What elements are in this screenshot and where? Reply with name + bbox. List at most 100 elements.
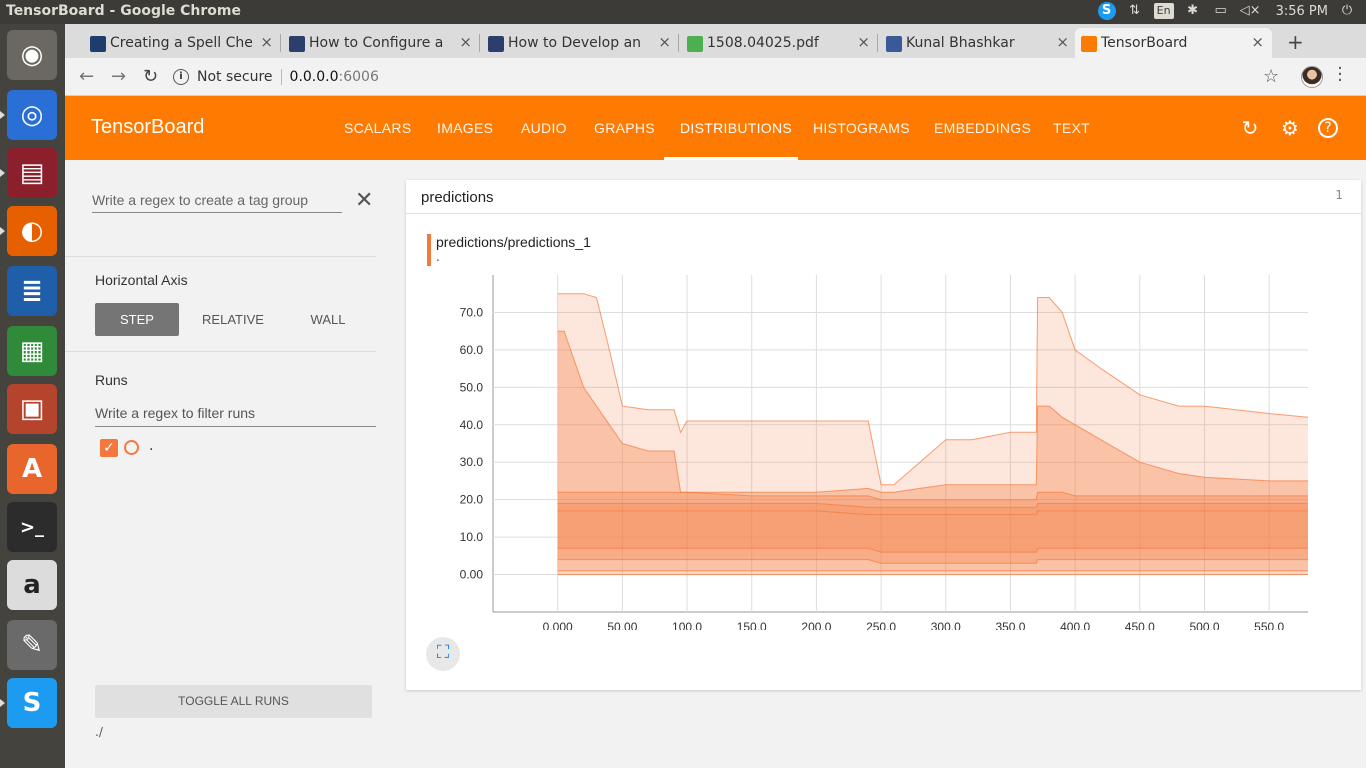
impress-icon-glyph: ▣ <box>19 394 45 424</box>
launcher-bar: ◉ ◎ ▤ ◐ ≣ ▦ ▣ A >_a ✎ S <box>0 24 65 768</box>
log-directory: ./ <box>95 725 103 739</box>
tab-separator <box>479 34 480 52</box>
tab-favicon-icon <box>488 36 504 52</box>
forward-arrow-icon[interactable]: → <box>111 66 126 87</box>
axis-wall-button[interactable]: WALL <box>286 303 370 336</box>
back-arrow-icon[interactable]: ← <box>79 66 94 87</box>
tab-favicon-icon <box>886 36 902 52</box>
tab-favicon-icon <box>289 36 305 52</box>
keyboard-layout-indicator[interactable]: En <box>1153 3 1174 19</box>
reload-icon[interactable]: ↻ <box>143 66 158 87</box>
calc-icon-glyph: ▦ <box>19 336 45 366</box>
settings-icon-glyph: ✎ <box>21 630 43 660</box>
tab-label: 1508.04025.pdf <box>707 35 819 51</box>
tab-label: How to Configure a <box>309 35 444 51</box>
sidebar-divider <box>65 256 376 257</box>
distribution-chart[interactable]: 0.00 10.0 20.0 30.0 40.0 50.0 60.0 70.0 0.000 50.… <box>406 180 1361 630</box>
writer-icon-glyph: ≣ <box>21 276 43 306</box>
window-title: TensorBoard - Google Chrome <box>6 3 241 19</box>
address-bar[interactable]: i Not secure 0.0.0.0:6006 <box>173 63 1253 91</box>
settings-icon[interactable]: ✎ <box>7 620 57 670</box>
axis-relative-button[interactable]: RELATIVE <box>191 303 275 336</box>
amazon-icon-glyph: a <box>23 570 41 600</box>
bookmark-star-icon[interactable]: ☆ <box>1263 66 1279 87</box>
tab-close-icon[interactable]: × <box>1056 33 1069 51</box>
browser-tab[interactable]: How to Develop an × <box>482 28 679 58</box>
distribution-band-p50 <box>557 510 1308 553</box>
skype-icon[interactable]: S <box>7 678 57 728</box>
running-indicator <box>0 111 5 119</box>
tab-close-icon[interactable]: × <box>857 33 870 51</box>
firefox-icon[interactable]: ◐ <box>7 206 57 256</box>
ubuntu-dash-icon[interactable]: ◉ <box>7 30 57 80</box>
y-tick-label: 30.0 <box>460 455 484 469</box>
tab-audio[interactable]: AUDIO <box>521 120 567 136</box>
axis-step-button[interactable]: STEP <box>95 303 179 336</box>
tab-histograms[interactable]: HISTOGRAMS <box>813 120 910 136</box>
software-center-icon[interactable]: A <box>7 444 57 494</box>
help-icon[interactable]: ? <box>1318 118 1338 138</box>
calc-icon[interactable]: ▦ <box>7 326 57 376</box>
tab-text[interactable]: TEXT <box>1053 120 1090 136</box>
y-tick-label: 50.0 <box>460 380 484 394</box>
browser-tab[interactable]: Creating a Spell Che × <box>84 28 281 58</box>
tab-images[interactable]: IMAGES <box>437 120 493 136</box>
x-tick-label: 400.0 <box>1060 620 1090 630</box>
running-indicator <box>0 169 5 177</box>
bluetooth-icon[interactable]: ✱ <box>1184 2 1202 20</box>
browser-tab[interactable]: Kunal Bhashkar × <box>880 28 1077 58</box>
impress-icon[interactable]: ▣ <box>7 384 57 434</box>
settings-gear-icon[interactable]: ⚙ <box>1278 116 1302 140</box>
clear-regex-icon[interactable]: ✕ <box>355 188 373 213</box>
url-port: :6006 <box>338 69 379 85</box>
tag-group-regex-input[interactable] <box>92 190 342 213</box>
amazon-icon[interactable]: a <box>7 560 57 610</box>
browser-tab[interactable]: How to Configure a × <box>283 28 480 58</box>
info-icon[interactable]: i <box>173 69 189 85</box>
files-icon[interactable]: ▤ <box>7 148 57 198</box>
sidebar: ✕ Horizontal Axis STEP RELATIVE WALL Run… <box>65 160 391 768</box>
tab-close-icon[interactable]: × <box>260 33 273 51</box>
tab-close-icon[interactable]: × <box>1251 33 1264 51</box>
tab-close-icon[interactable]: × <box>658 33 671 51</box>
chrome-menu-icon[interactable]: · · · <box>1335 60 1345 90</box>
browser-tab[interactable]: 1508.04025.pdf × <box>681 28 878 58</box>
y-tick-label: 70.0 <box>460 305 484 319</box>
runs-filter-input[interactable] <box>95 403 376 427</box>
tab-close-icon[interactable]: × <box>459 33 472 51</box>
terminal-icon[interactable]: >_ <box>7 502 57 552</box>
running-indicator <box>0 699 5 707</box>
y-tick-label: 20.0 <box>460 493 484 507</box>
new-tab-button[interactable]: + <box>1287 30 1304 54</box>
y-tick-label: 40.0 <box>460 418 484 432</box>
runs-label: Runs <box>95 372 128 388</box>
writer-icon[interactable]: ≣ <box>7 266 57 316</box>
battery-icon[interactable]: ▭ <box>1212 2 1230 20</box>
security-label: Not secure <box>197 69 273 85</box>
refresh-icon[interactable]: ↻ <box>1238 116 1262 140</box>
tab-scalars[interactable]: SCALARS <box>344 120 411 136</box>
expand-chart-icon[interactable]: ⛶ <box>426 637 460 671</box>
network-icon[interactable]: ⇅ <box>1126 2 1144 20</box>
run-checkbox[interactable]: ✓ <box>100 439 118 457</box>
skype-tray-icon[interactable]: S <box>1097 2 1116 20</box>
y-tick-label: 10.0 <box>460 530 484 544</box>
power-icon[interactable]: ⏻ <box>1338 2 1356 20</box>
distribution-card: predictions 1 predictions/predictions_1 … <box>406 180 1361 690</box>
omnibox-divider <box>280 69 282 85</box>
toggle-all-runs-button[interactable]: TOGGLE ALL RUNS <box>95 685 372 718</box>
browser-tab[interactable]: TensorBoard × <box>1075 28 1272 58</box>
y-tick-label: 0.00 <box>460 568 484 582</box>
volume-muted-icon[interactable]: ◁× <box>1240 2 1261 20</box>
browser-tab-strip: Creating a Spell Che × How to Configure a ×… <box>65 24 1366 58</box>
x-tick-label: 450.0 <box>1125 620 1155 630</box>
clock[interactable]: 3:56 PM <box>1276 4 1328 19</box>
chrome-icon[interactable]: ◎ <box>7 90 57 140</box>
active-tab-indicator <box>664 157 798 160</box>
tab-embeddings[interactable]: EMBEDDINGS <box>934 120 1031 136</box>
x-tick-label: 500.0 <box>1189 620 1219 630</box>
profile-avatar[interactable] <box>1301 66 1323 88</box>
tensorboard-brand: TensorBoard <box>91 116 205 138</box>
tab-distributions[interactable]: DISTRIBUTIONS <box>680 120 792 136</box>
tab-graphs[interactable]: GRAPHS <box>594 120 655 136</box>
